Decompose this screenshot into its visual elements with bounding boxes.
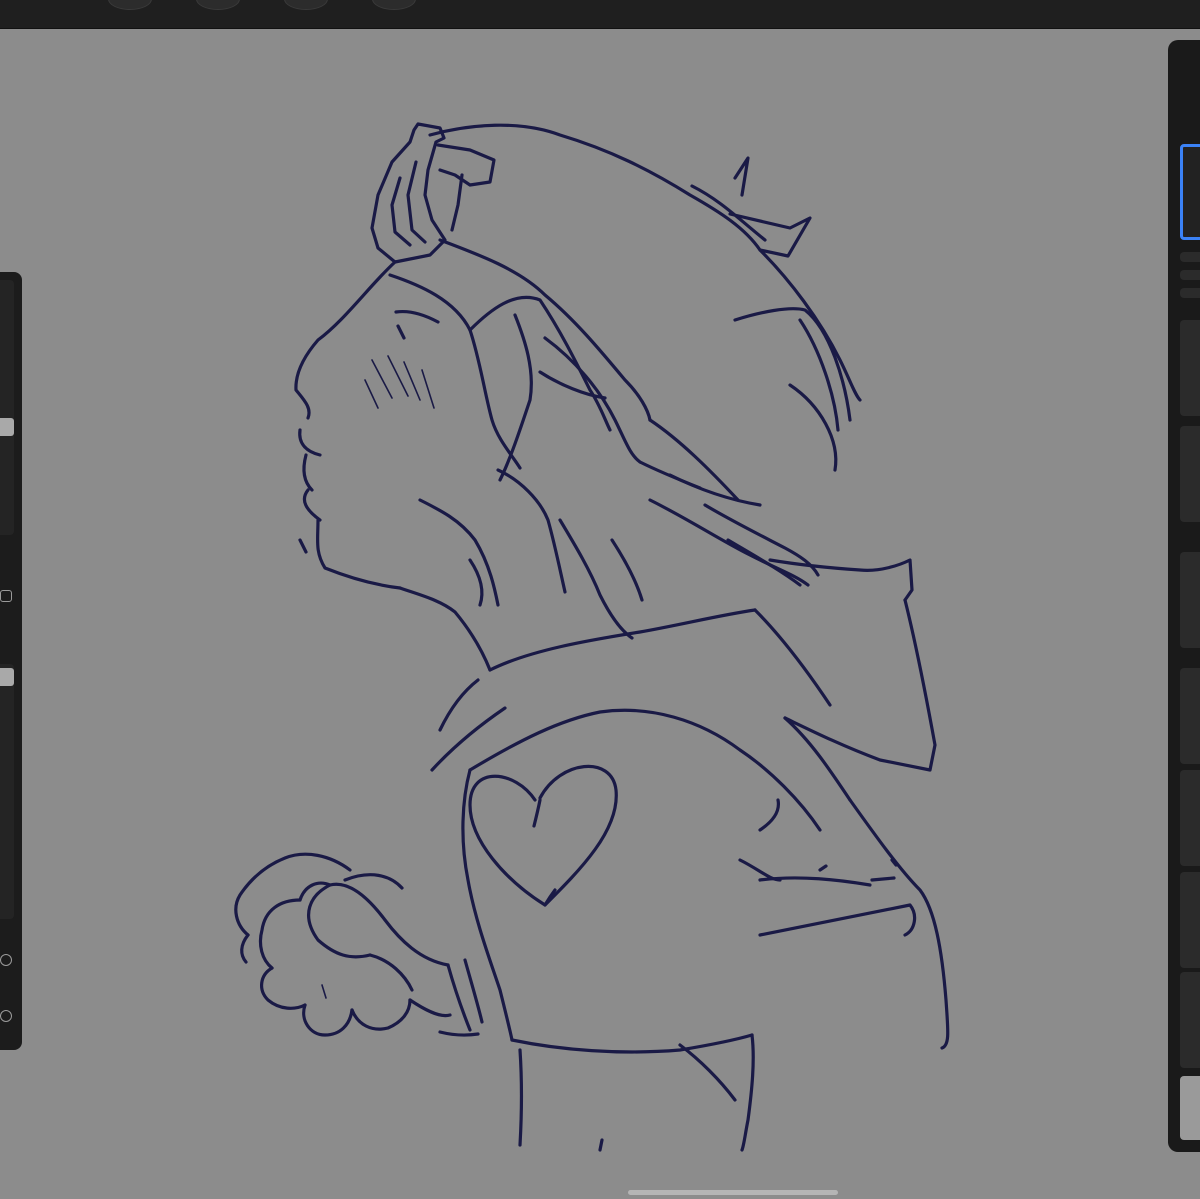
eraser-icon[interactable] bbox=[284, 0, 328, 10]
layer-row-3[interactable] bbox=[1180, 270, 1200, 280]
redo-button[interactable] bbox=[0, 1010, 12, 1022]
top-toolbar bbox=[0, 0, 1200, 29]
layer-row-1[interactable] bbox=[1180, 144, 1200, 240]
layer-row-9[interactable] bbox=[1180, 770, 1200, 866]
brush-opacity-thumb[interactable] bbox=[0, 668, 14, 686]
layer-row-6[interactable] bbox=[1180, 426, 1200, 522]
background-color-row[interactable] bbox=[1180, 1076, 1200, 1140]
layers-icon[interactable] bbox=[372, 0, 416, 10]
undo-button[interactable] bbox=[0, 954, 12, 966]
brush-size-thumb[interactable] bbox=[0, 418, 14, 436]
drawing-canvas[interactable] bbox=[0, 29, 1200, 1199]
modify-button[interactable] bbox=[0, 590, 12, 602]
sketch-artwork bbox=[234, 122, 950, 1152]
brush-icon[interactable] bbox=[108, 0, 152, 10]
layer-row-8[interactable] bbox=[1180, 668, 1200, 764]
smudge-icon[interactable] bbox=[196, 0, 240, 10]
left-sidebar bbox=[0, 272, 22, 1050]
layers-panel bbox=[1168, 40, 1200, 1152]
layer-row-4[interactable] bbox=[1180, 288, 1200, 298]
home-indicator bbox=[628, 1190, 838, 1195]
brush-opacity-slider[interactable] bbox=[0, 664, 14, 919]
brush-size-slider[interactable] bbox=[0, 280, 14, 535]
layer-row-2[interactable] bbox=[1180, 252, 1200, 262]
layer-row-10[interactable] bbox=[1180, 872, 1200, 968]
layer-row-7[interactable] bbox=[1180, 552, 1200, 648]
layer-row-5[interactable] bbox=[1180, 320, 1200, 416]
layer-row-11[interactable] bbox=[1180, 972, 1200, 1068]
